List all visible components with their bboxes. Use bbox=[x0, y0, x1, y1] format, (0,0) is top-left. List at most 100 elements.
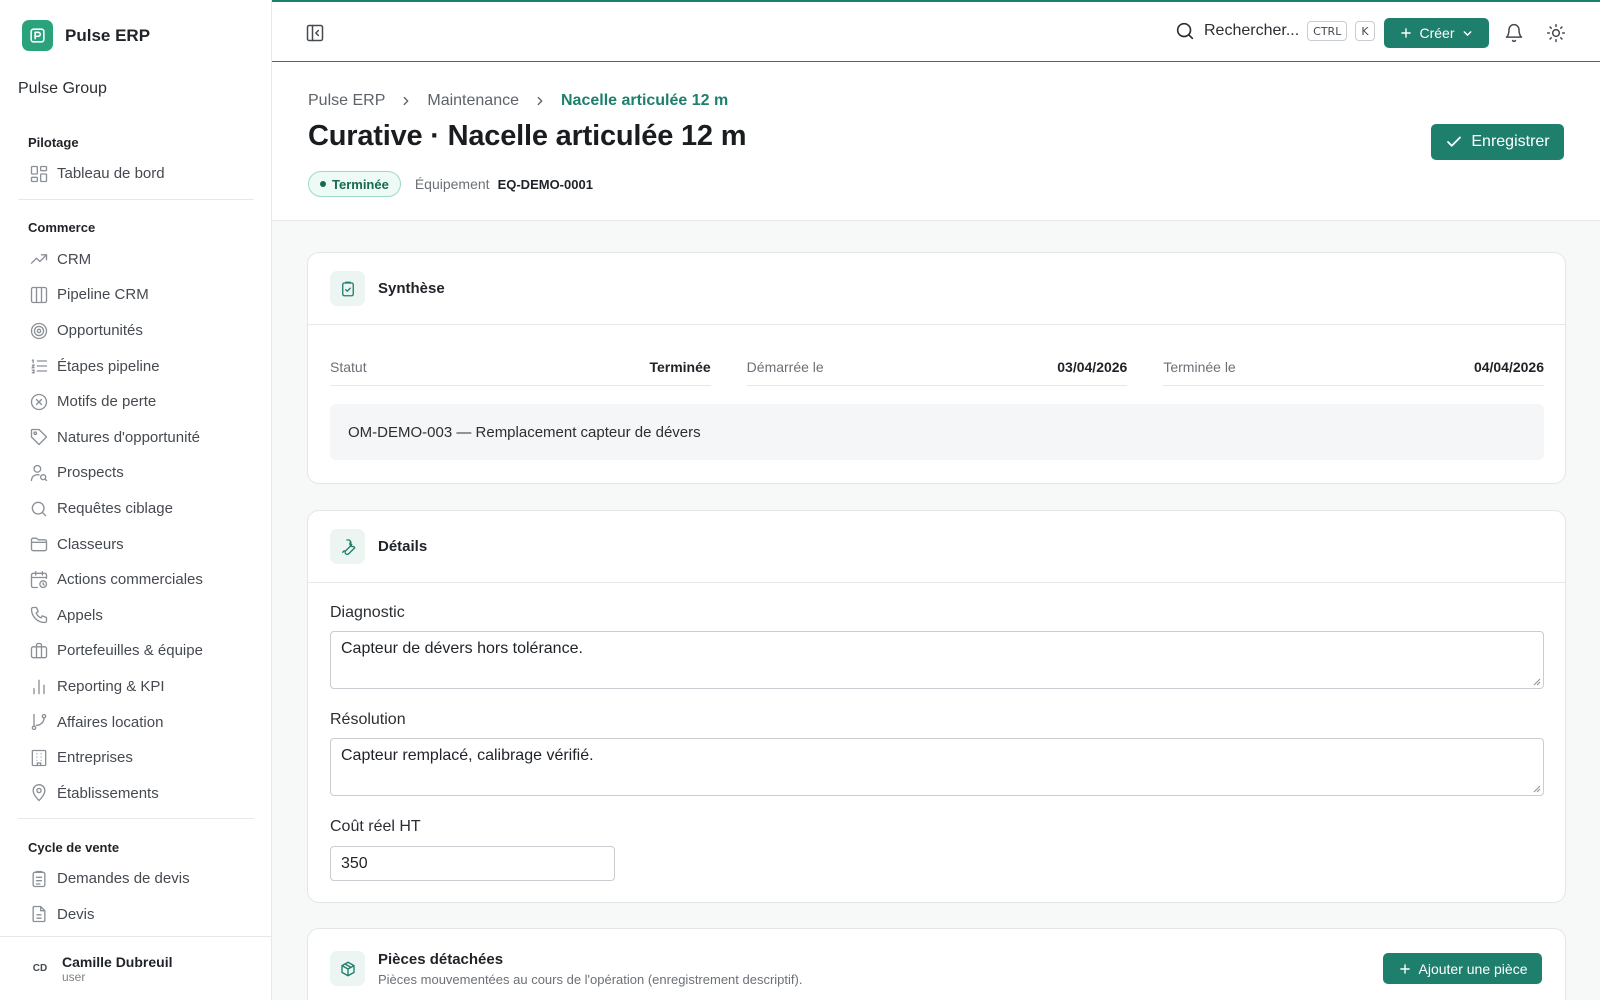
create-label: Créer bbox=[1419, 25, 1455, 41]
cost-label: Coût réel HT bbox=[330, 818, 421, 835]
field-value: 03/04/2026 bbox=[1057, 359, 1128, 375]
wrench-icon bbox=[330, 529, 365, 564]
equipment-value: EQ-DEMO-0001 bbox=[497, 176, 593, 192]
map-pin-icon bbox=[29, 783, 49, 803]
bar-chart-icon bbox=[29, 677, 49, 697]
sidebar-item-portefeuilles-equipe[interactable]: Portefeuilles & équipe bbox=[18, 633, 254, 669]
nav-section-title: Cycle de vente bbox=[28, 839, 120, 855]
dashboard-icon bbox=[29, 164, 49, 184]
sidebar-item-label: Devis bbox=[57, 905, 95, 923]
summary-field-status: Statut Terminée bbox=[330, 349, 711, 386]
clipboard-check-icon bbox=[330, 271, 365, 306]
sidebar-item-appels[interactable]: Appels bbox=[18, 598, 254, 634]
cost-input[interactable]: 350 bbox=[330, 846, 615, 881]
diagnostic-field[interactable]: Capteur de dévers hors tolérance. bbox=[330, 631, 1544, 689]
summary-field-finished: Terminée le 04/04/2026 bbox=[1163, 349, 1545, 386]
sidebar-item-motifs-de-perte[interactable]: Motifs de perte bbox=[18, 384, 254, 420]
sidebar-item-etablissements[interactable]: Établissements bbox=[18, 776, 254, 812]
list-ordered-icon bbox=[29, 356, 49, 376]
summary-card: Synthèse Statut Terminée Démarrée le 03/… bbox=[307, 252, 1566, 484]
sidebar-item-reporting-kpi[interactable]: Reporting & KPI bbox=[18, 669, 254, 705]
user-role: user bbox=[62, 969, 86, 984]
sidebar-item-crm[interactable]: CRM bbox=[18, 242, 254, 278]
add-part-label: Ajouter une pièce bbox=[1418, 960, 1528, 977]
details-card: Détails Diagnostic Capteur de dévers hor… bbox=[307, 510, 1566, 903]
sidebar-toggle-icon[interactable] bbox=[305, 23, 325, 43]
resolution-field[interactable]: Capteur remplacé, calibrage vérifié. bbox=[330, 738, 1544, 796]
sidebar-item-label: Étapes pipeline bbox=[57, 357, 160, 375]
sidebar-item-pipeline-crm[interactable]: Pipeline CRM bbox=[18, 277, 254, 313]
sidebar-nav: Pilotage Tableau de bord Commerce CRM Pi… bbox=[18, 128, 254, 932]
nav-divider bbox=[18, 818, 254, 820]
save-button[interactable]: Enregistrer bbox=[1431, 124, 1564, 160]
parts-card: Pièces détachées Pièces mouvementées au … bbox=[307, 928, 1566, 1000]
org-switcher[interactable]: Pulse Group bbox=[18, 80, 107, 98]
details-card-header: Détails bbox=[308, 511, 1565, 583]
sidebar-item-label: Établissements bbox=[57, 784, 159, 802]
clipboard-list-icon bbox=[29, 869, 49, 889]
sidebar-item-demandes-de-devis[interactable]: Demandes de devis bbox=[18, 861, 254, 897]
sidebar-item-label: Portefeuilles & équipe bbox=[57, 642, 203, 660]
sidebar-item-devis[interactable]: Devis bbox=[18, 897, 254, 933]
summary-card-header: Synthèse bbox=[308, 253, 1565, 325]
sidebar-item-entreprises[interactable]: Entreprises bbox=[18, 740, 254, 776]
brand[interactable]: Pulse ERP bbox=[22, 20, 150, 51]
nav-section-title: Pilotage bbox=[28, 134, 79, 150]
search-placeholder: Rechercher... bbox=[1204, 22, 1300, 39]
breadcrumb-item[interactable]: Maintenance bbox=[427, 92, 519, 110]
card-title: Pièces détachées bbox=[378, 950, 504, 968]
sidebar-item-actions-commerciales[interactable]: Actions commerciales bbox=[18, 562, 254, 598]
x-circle-icon bbox=[29, 392, 49, 412]
sun-icon[interactable] bbox=[1546, 23, 1566, 43]
building-icon bbox=[29, 748, 49, 768]
sidebar-item-affaires-location[interactable]: Affaires location bbox=[18, 704, 254, 740]
sidebar-item-etapes-pipeline[interactable]: Étapes pipeline bbox=[18, 348, 254, 384]
sidebar-item-label: Appels bbox=[57, 606, 103, 624]
status-badge-label: Terminée bbox=[332, 176, 389, 192]
page-title: Curative · Nacelle articulée 12 m bbox=[308, 120, 747, 152]
card-subtitle: Pièces mouvementées au cours de l'opérat… bbox=[378, 971, 803, 987]
resize-grip-icon[interactable] bbox=[1533, 785, 1541, 793]
sidebar-item-label: Natures d'opportunité bbox=[57, 428, 200, 446]
parts-card-header: Pièces détachées Pièces mouvementées au … bbox=[308, 929, 1565, 1000]
sidebar-item-prospects[interactable]: Prospects bbox=[18, 455, 254, 491]
sidebar-item-label: Demandes de devis bbox=[57, 870, 190, 888]
sidebar-item-label: Motifs de perte bbox=[57, 393, 157, 411]
resolution-value: Capteur remplacé, calibrage vérifié. bbox=[341, 747, 594, 764]
sidebar-item-classeurs[interactable]: Classeurs bbox=[18, 526, 254, 562]
cost-value: 350 bbox=[341, 854, 368, 872]
chevron-right-icon bbox=[533, 94, 547, 108]
sidebar-item-requetes-ciblage[interactable]: Requêtes ciblage bbox=[18, 491, 254, 527]
summary-fields: Statut Terminée Démarrée le 03/04/2026 T… bbox=[330, 349, 1545, 386]
status-dot bbox=[320, 181, 326, 187]
global-search[interactable]: Rechercher... CTRL K bbox=[1174, 20, 1375, 42]
plus-icon bbox=[1399, 26, 1413, 40]
sidebar-item-label: Pipeline CRM bbox=[57, 286, 149, 304]
sidebar-item-label: Actions commerciales bbox=[57, 571, 203, 589]
user-search-icon bbox=[29, 463, 49, 483]
breadcrumb: Pulse ERP Maintenance Nacelle articulée … bbox=[308, 92, 728, 110]
save-label: Enregistrer bbox=[1471, 133, 1550, 150]
sidebar: Pulse ERP Pulse Group Pilotage Tableau d… bbox=[0, 0, 272, 1000]
kbd-k: K bbox=[1355, 21, 1375, 41]
sidebar-item-tableau-de-bord[interactable]: Tableau de bord bbox=[18, 156, 254, 192]
trend-icon bbox=[29, 249, 49, 269]
target-icon bbox=[29, 321, 49, 341]
nav-divider bbox=[18, 198, 254, 200]
search-icon bbox=[29, 499, 49, 519]
bell-icon[interactable] bbox=[1504, 23, 1524, 43]
sidebar-item-opportunites[interactable]: Opportunités bbox=[18, 313, 254, 349]
sidebar-item-natures-opportunite[interactable]: Natures d'opportunité bbox=[18, 420, 254, 456]
resize-grip-icon[interactable] bbox=[1533, 678, 1541, 686]
phone-icon bbox=[29, 605, 49, 625]
field-value: 04/04/2026 bbox=[1473, 359, 1545, 375]
breadcrumb-current: Nacelle articulée 12 m bbox=[561, 92, 729, 109]
user-menu[interactable]: CD Camille Dubreuil user bbox=[0, 936, 271, 1000]
create-button[interactable]: Créer bbox=[1384, 18, 1489, 48]
add-part-button[interactable]: Ajouter une pièce bbox=[1383, 953, 1542, 984]
sidebar-item-label: Prospects bbox=[57, 464, 124, 482]
sidebar-item-label: Opportunités bbox=[57, 322, 143, 340]
sidebar-item-label: Classeurs bbox=[57, 535, 124, 553]
breadcrumb-item[interactable]: Pulse ERP bbox=[308, 92, 385, 110]
user-name: Camille Dubreuil bbox=[62, 953, 173, 970]
